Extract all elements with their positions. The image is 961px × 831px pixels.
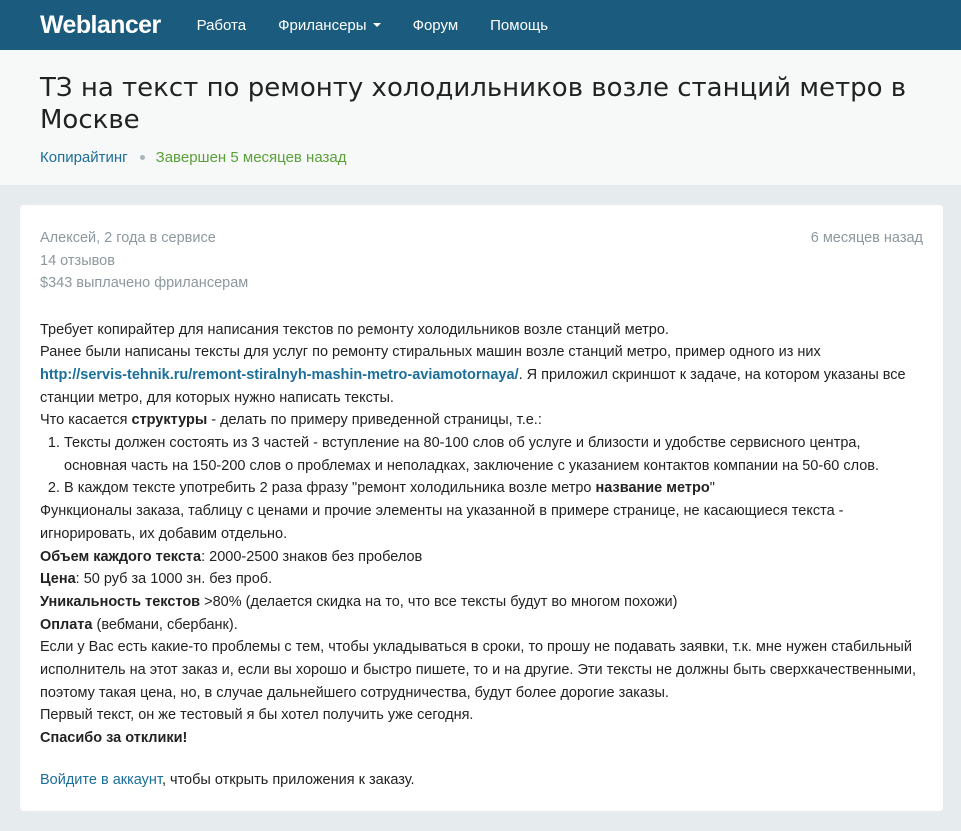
desc-text: Ранее были написаны тексты для услуг по …: [40, 344, 821, 361]
desc-paragraph: Цена: 50 руб за 1000 зн. без проб.: [40, 568, 923, 591]
desc-paragraph: Первый текст, он же тестовый я бы хотел …: [40, 707, 474, 724]
requirements-list: Тексты должен состоять из 3 частей - вст…: [40, 432, 923, 500]
desc-paragraph: Уникальность текстов >80% (делается скид…: [40, 591, 923, 614]
author-reviews: 14 отзывов: [40, 252, 115, 269]
desc-paragraph: Что касается структуры - делать по приме…: [40, 409, 923, 432]
login-prompt: Войдите в аккаунт, чтобы открыть приложе…: [40, 772, 923, 788]
desc-paragraph: Оплата (вебмани, сбербанк).: [40, 614, 923, 637]
list-item: Тексты должен состоять из 3 частей - вст…: [64, 432, 923, 477]
author-block: Алексей, 2 года в сервисе 14 отзывов $34…: [40, 227, 923, 295]
desc-text: ": [709, 480, 715, 497]
desc-text: Что касается: [40, 412, 132, 429]
desc-text: : 50 руб за 1000 зн. без проб.: [75, 571, 273, 588]
desc-text: (вебмани, сбербанк).: [92, 616, 238, 633]
caret-down-icon: [372, 23, 381, 27]
page-title: ТЗ на текст по ремонту холодильников воз…: [40, 73, 907, 135]
author-name-line: Алексей, 2 года в сервисе: [40, 230, 216, 246]
nav-item-forum[interactable]: Форум: [413, 17, 459, 34]
nav-item-label: Помощь: [490, 16, 549, 34]
project-card: Алексей, 2 года в сервисе 14 отзывов $34…: [20, 205, 943, 811]
example-link[interactable]: http://servis-tehnik.ru/remont-stiralnyh…: [40, 367, 519, 383]
desc-bold: Уникальность текстов: [40, 593, 201, 610]
weblancer-logo[interactable]: Weblancer: [40, 11, 161, 40]
desc-bold: Объем каждого текста: [40, 548, 202, 565]
desc-paragraph: Объем каждого текста: 2000-2500 знаков б…: [40, 546, 923, 569]
desc-paragraph: Если у Вас есть какие-то проблемы с тем,…: [40, 639, 916, 701]
nav-item-work[interactable]: Работа: [197, 17, 247, 34]
login-rest-text: , чтобы открыть приложения к заказу.: [161, 771, 415, 788]
desc-text: В каждом тексте употребить 2 раза фразу …: [64, 480, 596, 497]
nav-item-label: Форум: [412, 16, 459, 34]
desc-paragraph: Спасибо за отклики!: [40, 727, 923, 750]
desc-bold: Спасибо за отклики!: [40, 730, 188, 747]
top-navbar: Weblancer Работа Фрилансеры Форум Помощь: [0, 0, 961, 50]
category-link[interactable]: Копирайтинг: [40, 149, 128, 166]
list-item: В каждом тексте употребить 2 раза фразу …: [64, 477, 923, 500]
desc-bold: Оплата: [40, 616, 93, 633]
nav-item-label: Работа: [196, 16, 247, 34]
login-link[interactable]: Войдите в аккаунт: [40, 772, 162, 788]
desc-text: : 2000-2500 знаков без пробелов: [201, 548, 423, 565]
desc-bold: название метро: [595, 480, 710, 497]
nav-item-label: Фрилансеры: [278, 16, 367, 34]
desc-paragraph: Ранее были написаны тексты для услуг по …: [40, 341, 923, 409]
separator-dot: [139, 155, 145, 160]
project-description: Требует копирайтер для написания текстов…: [40, 319, 923, 750]
desc-paragraph: Требует копирайтер для написания текстов…: [40, 321, 669, 338]
project-meta: Копирайтинг Завершен 5 месяцев назад: [40, 149, 921, 166]
desc-text: - делать по примеру приведенной страницы…: [207, 412, 542, 429]
desc-paragraph: Функционалы заказа, таблицу с ценами и п…: [40, 503, 844, 542]
desc-bold: Цена: [40, 571, 76, 588]
author-info: Алексей, 2 года в сервисе 14 отзывов $34…: [40, 227, 248, 295]
desc-text: >80% (делается скидка на то, что все тек…: [200, 593, 678, 610]
nav-item-freelancers[interactable]: Фрилансеры: [278, 16, 381, 34]
status-text: Завершен 5 месяцев назад: [155, 149, 347, 166]
posted-time: 6 месяцев назад: [810, 230, 923, 246]
desc-bold: структуры: [131, 412, 208, 429]
author-paid: $343 выплачено фрилансерам: [40, 275, 249, 291]
page-header: ТЗ на текст по ремонту холодильников воз…: [0, 50, 961, 185]
nav-item-help[interactable]: Помощь: [490, 17, 548, 34]
